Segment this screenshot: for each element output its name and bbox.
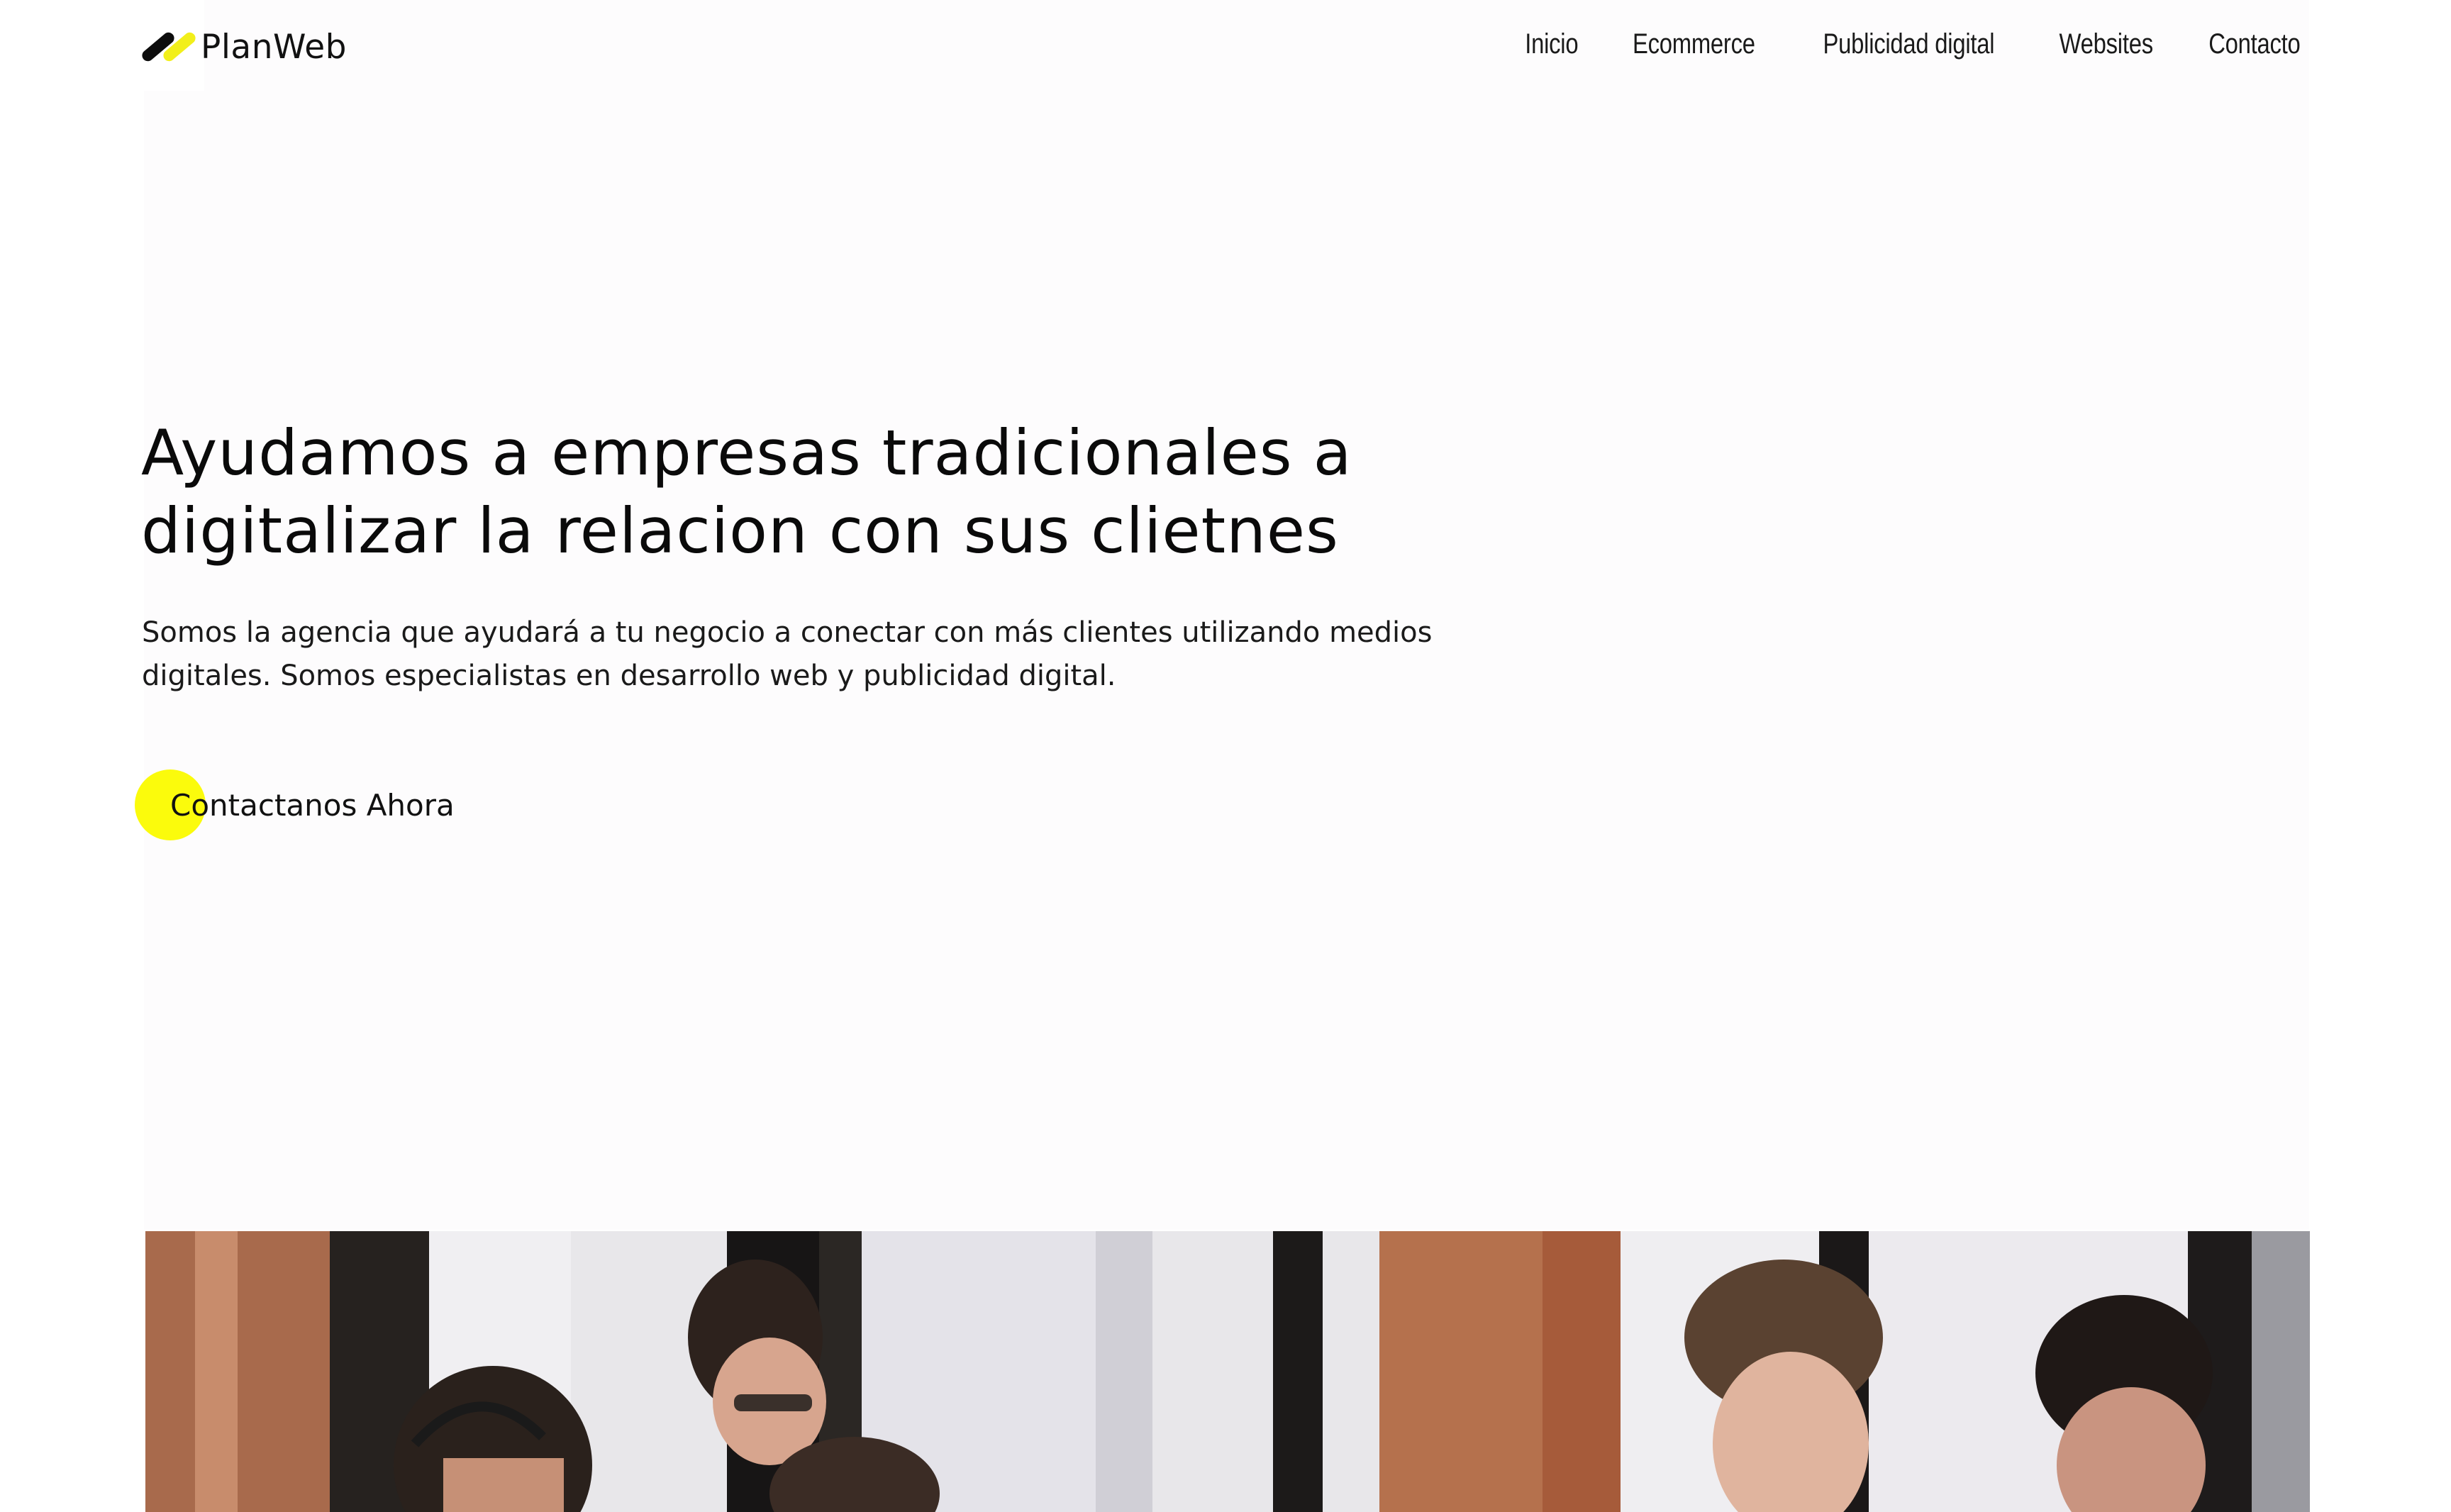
team-photo-icon: [145, 1231, 2310, 1512]
nav-item-publicidad-digital[interactable]: Publicidad digital: [1823, 28, 1995, 60]
logo-text: PlanWeb: [201, 27, 347, 67]
main-nav: Inicio Ecommerce Publicidad digital Webs…: [1519, 21, 2311, 67]
cta-label: Contactanos Ahora: [170, 787, 455, 823]
nav-item-inicio[interactable]: Inicio: [1525, 28, 1578, 60]
nav-item-contacto[interactable]: Contacto: [2208, 28, 2301, 60]
hero-title-start: Ayudamos a: [141, 416, 552, 489]
nav-item-websites[interactable]: Websites: [2059, 28, 2153, 60]
hero-title: Ayudamos a empresas tradicionales a digi…: [141, 414, 1595, 570]
team-photo: [145, 1231, 2310, 1512]
nav-item-ecommerce[interactable]: Ecommerce: [1633, 28, 1755, 60]
contact-now-button[interactable]: Contactanos Ahora: [135, 769, 455, 840]
logo-mark-icon: [140, 29, 198, 65]
hero-subtitle: Somos la agencia que ayudará a tu negoci…: [142, 616, 1433, 692]
logo[interactable]: PlanWeb: [140, 24, 347, 70]
hero-title-highlight: empresas: [544, 414, 862, 492]
